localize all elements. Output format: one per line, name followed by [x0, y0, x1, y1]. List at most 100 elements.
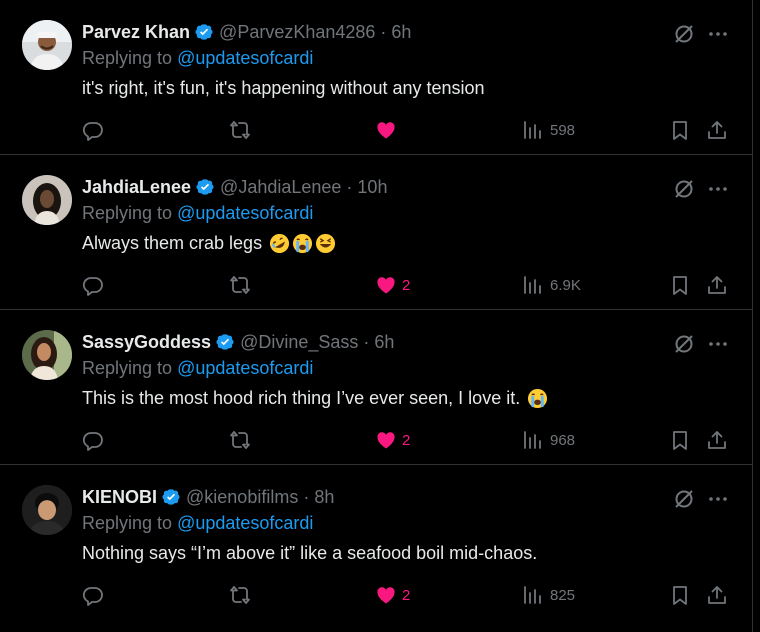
- replying-to-link[interactable]: @updatesofcardi: [177, 513, 313, 533]
- grok-icon[interactable]: [673, 178, 695, 200]
- separator-dot: ·: [346, 176, 353, 197]
- tweet-text: This is the most hood rich thing I’ve ev…: [82, 388, 548, 409]
- like-count: 2: [402, 277, 411, 294]
- loudly-crying-emoji: [527, 388, 548, 409]
- avatar[interactable]: [22, 20, 72, 70]
- tweet-text: Nothing says “I’m above it” like a seafo…: [82, 543, 537, 564]
- views-icon[interactable]: [521, 119, 543, 141]
- tweet-actions: 2 6.9K: [0, 272, 752, 300]
- more-options-icon[interactable]: [707, 333, 729, 355]
- tweet-header: Parvez Khan @ParvezKhan4286 · 6h: [82, 20, 411, 44]
- tweet-actions: 2 825: [0, 582, 752, 610]
- grok-icon[interactable]: [673, 23, 695, 45]
- display-name[interactable]: SassyGoddess: [82, 332, 211, 353]
- replying-prefix: Replying to: [82, 513, 178, 533]
- tweet[interactable]: Parvez Khan @ParvezKhan4286 · 6h Replyin…: [0, 0, 752, 155]
- heart-icon[interactable]: [375, 274, 397, 296]
- avatar-image: [22, 330, 72, 380]
- loudly-crying-emoji: [292, 233, 313, 254]
- replying-prefix: Replying to: [82, 203, 178, 223]
- retweet-icon[interactable]: [229, 584, 251, 606]
- handle[interactable]: @JahdiaLenee: [220, 177, 341, 198]
- avatar[interactable]: [22, 175, 72, 225]
- tweet[interactable]: JahdiaLenee @JahdiaLenee · 10h Replying …: [0, 155, 752, 310]
- timestamp[interactable]: 8h: [314, 487, 334, 508]
- tweet-header: KIENOBI @kienobifilms · 8h: [82, 485, 334, 509]
- like-count: 2: [402, 587, 411, 604]
- tweet-text-content: it's right, it's fun, it's happening wit…: [82, 78, 485, 98]
- tweet-header: SassyGoddess @Divine_Sass · 6h: [82, 330, 394, 354]
- verified-badge-icon: [194, 22, 214, 42]
- avatar[interactable]: [22, 485, 72, 535]
- heart-icon[interactable]: [375, 119, 397, 141]
- like-count: 2: [402, 432, 411, 449]
- views-count: 598: [550, 122, 576, 139]
- views-icon[interactable]: [521, 429, 543, 451]
- views-count: 825: [550, 587, 576, 604]
- replying-to-link[interactable]: @updatesofcardi: [177, 48, 313, 68]
- views-icon[interactable]: [521, 274, 543, 296]
- tweet-text-content: Nothing says “I’m above it” like a seafo…: [82, 543, 538, 563]
- tweet[interactable]: SassyGoddess @Divine_Sass · 6h Replying …: [0, 310, 752, 465]
- retweet-icon[interactable]: [229, 119, 251, 141]
- reply-icon[interactable]: [82, 119, 104, 141]
- avatar[interactable]: [22, 330, 72, 380]
- rolling-laughing-emoji: [269, 233, 290, 254]
- share-icon[interactable]: [706, 274, 728, 296]
- grinning-squinting-emoji: [315, 233, 336, 254]
- views-icon[interactable]: [521, 584, 543, 606]
- replying-to-link[interactable]: @updatesofcardi: [177, 203, 313, 223]
- grok-icon[interactable]: [673, 333, 695, 355]
- handle[interactable]: @Divine_Sass: [240, 332, 358, 353]
- tweet-text-content: This is the most hood rich thing I’ve ev…: [82, 388, 526, 408]
- tweet-text-content: Always them crab legs: [82, 233, 268, 253]
- verified-badge-icon: [161, 487, 181, 507]
- separator-dot: ·: [303, 486, 310, 507]
- display-name[interactable]: KIENOBI: [82, 487, 157, 508]
- heart-icon[interactable]: [375, 429, 397, 451]
- verified-badge-icon: [195, 177, 215, 197]
- bookmark-icon[interactable]: [669, 584, 691, 606]
- share-icon[interactable]: [706, 119, 728, 141]
- more-options-icon[interactable]: [707, 488, 729, 510]
- replying-to: Replying to @updatesofcardi: [82, 203, 313, 224]
- verified-badge-icon: [215, 332, 235, 352]
- tweet-text: it's right, it's fun, it's happening wit…: [82, 78, 485, 99]
- more-options-icon[interactable]: [707, 178, 729, 200]
- replying-to: Replying to @updatesofcardi: [82, 513, 313, 534]
- retweet-icon[interactable]: [229, 429, 251, 451]
- handle[interactable]: @ParvezKhan4286: [219, 22, 375, 43]
- replying-to-link[interactable]: @updatesofcardi: [177, 358, 313, 378]
- reply-icon[interactable]: [82, 274, 104, 296]
- bookmark-icon[interactable]: [669, 119, 691, 141]
- tweet-text: Always them crab legs: [82, 233, 336, 254]
- timestamp[interactable]: 6h: [391, 22, 411, 43]
- replying-prefix: Replying to: [82, 358, 178, 378]
- avatar-image: [22, 175, 72, 225]
- separator-dot: ·: [363, 331, 370, 352]
- bookmark-icon[interactable]: [669, 429, 691, 451]
- views-count: 968: [550, 432, 576, 449]
- bookmark-icon[interactable]: [669, 274, 691, 296]
- more-options-icon[interactable]: [707, 23, 729, 45]
- reply-icon[interactable]: [82, 429, 104, 451]
- tweet[interactable]: KIENOBI @kienobifilms · 8h Replying to @…: [0, 465, 752, 632]
- share-icon[interactable]: [706, 584, 728, 606]
- handle[interactable]: @kienobifilms: [186, 487, 298, 508]
- separator-dot: ·: [380, 21, 387, 42]
- grok-icon[interactable]: [673, 488, 695, 510]
- reply-feed: Parvez Khan @ParvezKhan4286 · 6h Replyin…: [0, 0, 753, 632]
- avatar-image: [22, 485, 72, 535]
- tweet-actions: 2 968: [0, 427, 752, 455]
- replying-to: Replying to @updatesofcardi: [82, 48, 313, 69]
- retweet-icon[interactable]: [229, 274, 251, 296]
- display-name[interactable]: Parvez Khan: [82, 22, 190, 43]
- timestamp[interactable]: 10h: [357, 177, 387, 198]
- tweet-header: JahdiaLenee @JahdiaLenee · 10h: [82, 175, 387, 199]
- display-name[interactable]: JahdiaLenee: [82, 177, 191, 198]
- timestamp[interactable]: 6h: [374, 332, 394, 353]
- replying-to: Replying to @updatesofcardi: [82, 358, 313, 379]
- share-icon[interactable]: [706, 429, 728, 451]
- reply-icon[interactable]: [82, 584, 104, 606]
- heart-icon[interactable]: [375, 584, 397, 606]
